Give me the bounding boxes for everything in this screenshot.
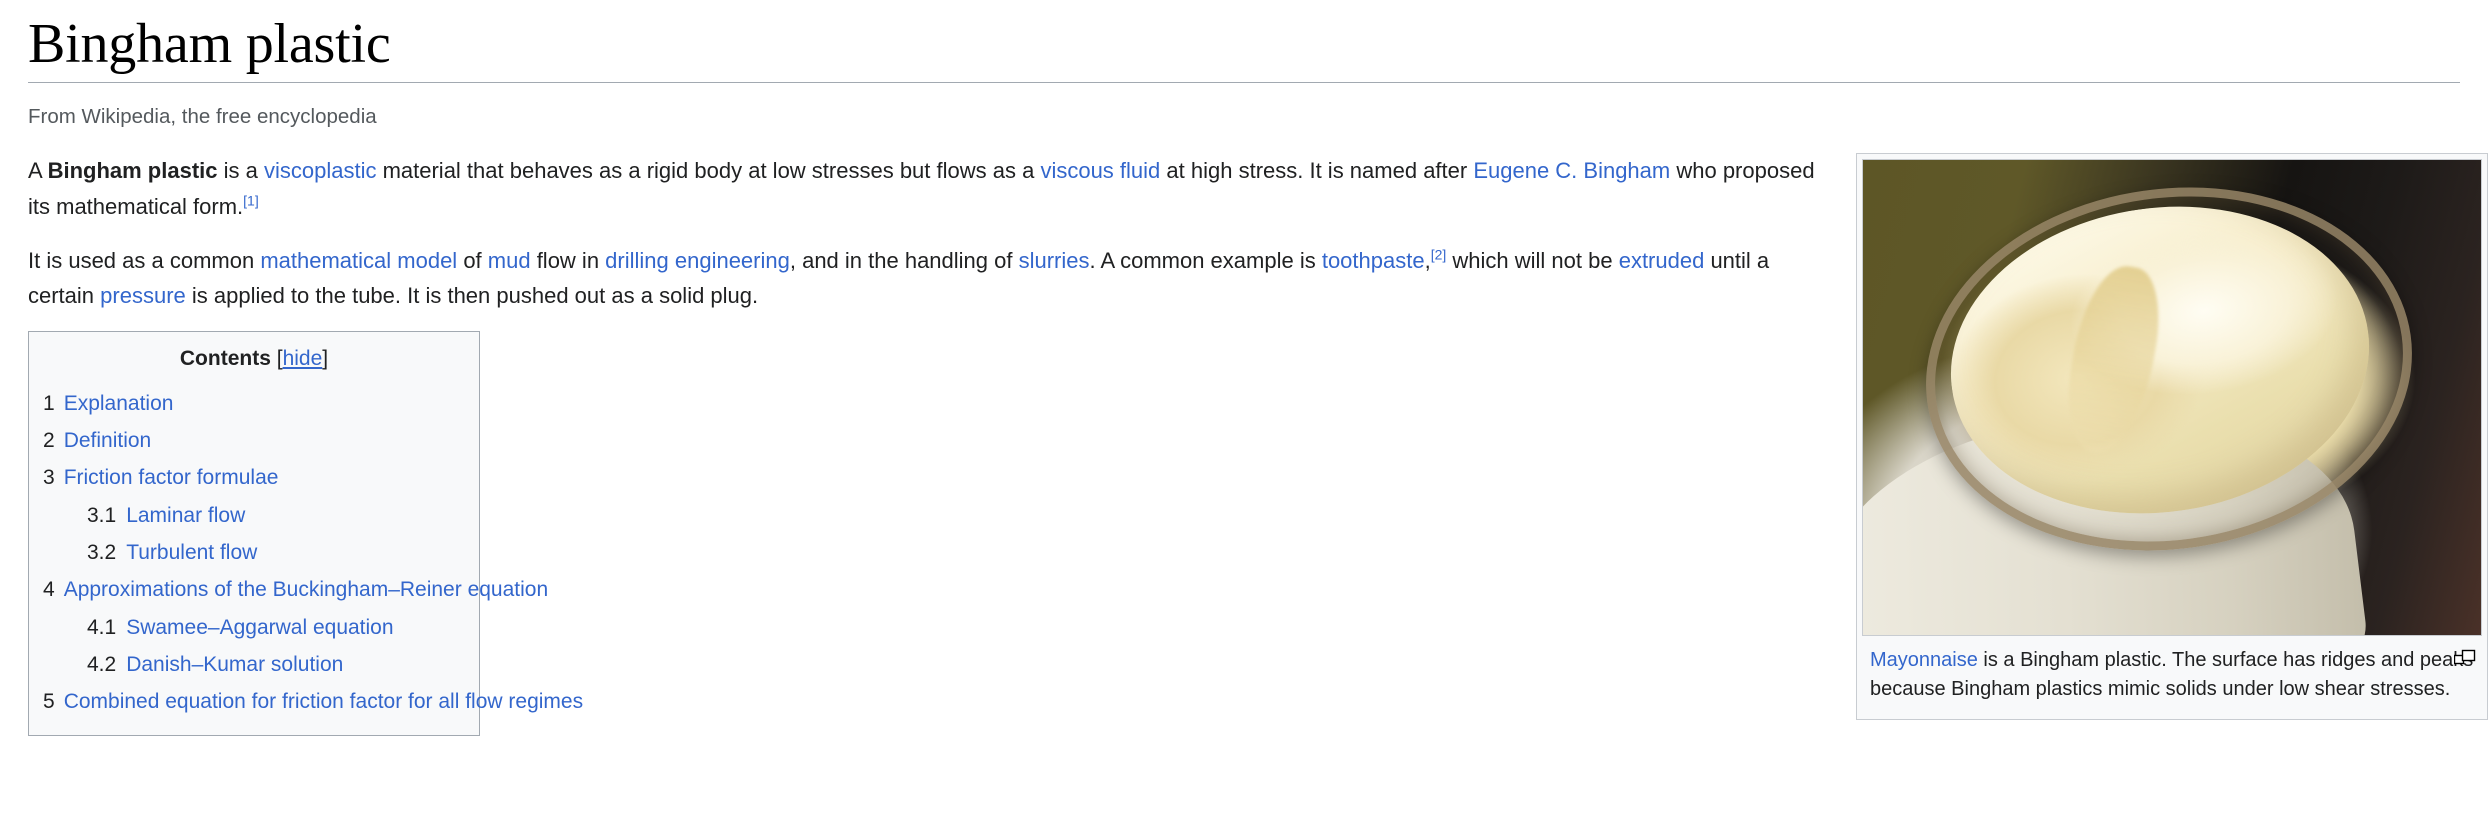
link-mayonnaise[interactable]: Mayonnaise <box>1870 649 1978 671</box>
photo-背景 <box>1863 160 2481 636</box>
toc-entry-2[interactable]: 2 Definition <box>43 423 465 460</box>
link-mud[interactable]: mud <box>488 248 531 273</box>
list-item: 4.1 Swamee–Aggarwal equation <box>43 609 465 646</box>
list-item: 3 Friction factor formulae <box>43 460 465 497</box>
toc-entry-4-1[interactable]: 4.1 Swamee–Aggarwal equation <box>43 609 465 646</box>
toc-entry-link[interactable]: Danish–Kumar solution <box>126 653 343 676</box>
list-item: 3.2 Turbulent flow <box>43 535 465 572</box>
toc-entry-link[interactable]: Explanation <box>64 392 174 415</box>
p2-text-9: is applied to the tube. It is then pushe… <box>185 283 759 309</box>
toc-entry-link[interactable]: Approximations of the Buckingham–Reiner … <box>64 578 548 601</box>
toc-entry-link[interactable]: Turbulent flow <box>126 541 257 564</box>
toc-list: 1 Explanation 2 Definition 3 Friction facto… <box>43 385 583 721</box>
toc-entry-1[interactable]: 1 Explanation <box>43 385 465 422</box>
toc-entry-number: 4.1 <box>87 615 117 639</box>
citation-ref-1[interactable]: [1] <box>243 193 259 209</box>
toc-entry-number: 3.1 <box>87 503 117 527</box>
list-item: 1 Explanation <box>43 385 465 422</box>
table-of-contents: Contents [hide] 1 Explanation 2 Definition… <box>28 330 583 737</box>
link-viscoplastic[interactable]: viscoplastic <box>264 158 376 183</box>
toc-entry-number: 3 <box>43 466 55 490</box>
image-thumbnail-box: Mayonnaise is a Bingham plastic. The sur… <box>1856 153 2488 721</box>
toc-entry-3-2[interactable]: 3.2 Turbulent flow <box>43 535 465 572</box>
link-mathematical-model[interactable]: mathematical model <box>260 248 457 273</box>
toc-entry-number: 3.2 <box>87 541 117 565</box>
title-divider <box>28 81 2460 83</box>
article-body-column: A Bingham plastic is a viscoplastic mate… <box>28 153 1828 737</box>
toc-entry-link[interactable]: Laminar flow <box>126 504 245 527</box>
toc-heading-label: Contents <box>179 346 271 370</box>
p2-text-1: It is used as a common <box>28 247 261 273</box>
article-term: Bingham plastic <box>47 158 218 184</box>
p2-text-4: , and in the handling of <box>789 247 1019 273</box>
link-viscous-fluid[interactable]: viscous fluid <box>1040 158 1160 183</box>
citation-ref-2[interactable]: [2] <box>1431 246 1447 262</box>
p1-text-1: A <box>28 158 48 184</box>
p2-text-3: flow in <box>530 247 606 273</box>
toc-entry-5[interactable]: 5 Combined equation for friction factor f… <box>43 684 583 721</box>
list-item: 5 Combined equation for friction factor f… <box>43 684 583 721</box>
link-slurries[interactable]: slurries <box>1019 248 1090 273</box>
link-toothpaste[interactable]: toothpaste <box>1322 248 1425 273</box>
wikipedia-article-page: Bingham plastic From Wikipedia, the free… <box>0 0 2488 838</box>
p2-text-2: of <box>457 247 488 273</box>
link-drilling-engineering[interactable]: drilling engineering <box>605 248 790 273</box>
mayonnaise-photo[interactable] <box>1862 159 2482 637</box>
page-title: Bingham plastic <box>28 13 391 75</box>
site-tagline: From Wikipedia, the free encyclopedia <box>28 104 377 128</box>
toc-entry-number: 1 <box>43 391 55 415</box>
citation-ref-2-link[interactable]: [2] <box>1431 246 1447 262</box>
lead-paragraph-1: A Bingham plastic is a viscoplastic mate… <box>28 153 1828 224</box>
link-eugene-c-bingham[interactable]: Eugene C. Bingham <box>1473 158 1670 183</box>
link-extruded[interactable]: extruded <box>1619 248 1705 273</box>
toc-entry-4-2[interactable]: 4.2 Danish–Kumar solution <box>43 647 465 684</box>
toc-entry-link[interactable]: Combined equation for friction factor fo… <box>64 690 583 713</box>
toc-entry-link[interactable]: Definition <box>64 429 152 452</box>
article-content: A Bingham plastic is a viscoplastic mate… <box>28 153 2488 737</box>
toc-entry-link[interactable]: Swamee–Aggarwal equation <box>126 616 393 639</box>
p1-text-3: material that behaves as a rigid body at… <box>376 158 1041 184</box>
toc-entry-3-1[interactable]: 3.1 Laminar flow <box>43 497 465 534</box>
p1-text-2: is a <box>217 158 264 184</box>
list-item: 4 Approximations of the Buckingham–Reiner… <box>43 572 548 609</box>
toc-header: Contents [hide] <box>43 344 465 373</box>
magnify-icon[interactable] <box>2453 647 2476 665</box>
list-item: 2 Definition <box>43 423 465 460</box>
toc-entry-3[interactable]: 3 Friction factor formulae <box>43 460 465 497</box>
toc-entry-number: 2 <box>43 429 55 453</box>
toc-entry-number: 4.2 <box>87 653 117 677</box>
citation-ref-1-link[interactable]: [1] <box>243 193 259 209</box>
toc-entry-number: 5 <box>43 690 55 714</box>
toc-entry-number: 4 <box>43 578 55 602</box>
p2-text-7: which will not be <box>1446 247 1619 273</box>
list-item: 3.1 Laminar flow <box>43 497 465 534</box>
p1-text-4: at high stress. It is named after <box>1160 158 1474 184</box>
link-pressure[interactable]: pressure <box>100 283 186 308</box>
list-item: 4.2 Danish–Kumar solution <box>43 647 465 684</box>
image-caption: Mayonnaise is a Bingham plastic. The sur… <box>1862 636 2482 714</box>
toc-hide-toggle[interactable]: hide <box>283 347 323 370</box>
lead-paragraph-2: It is used as a common mathematical mode… <box>28 243 1828 314</box>
toc-entry-4[interactable]: 4 Approximations of the Buckingham–Reiner… <box>43 572 548 609</box>
toc-entry-link[interactable]: Friction factor formulae <box>64 466 279 489</box>
p2-text-5: . A common example is <box>1089 247 1322 273</box>
toc-bracket-close: ] <box>322 346 329 370</box>
